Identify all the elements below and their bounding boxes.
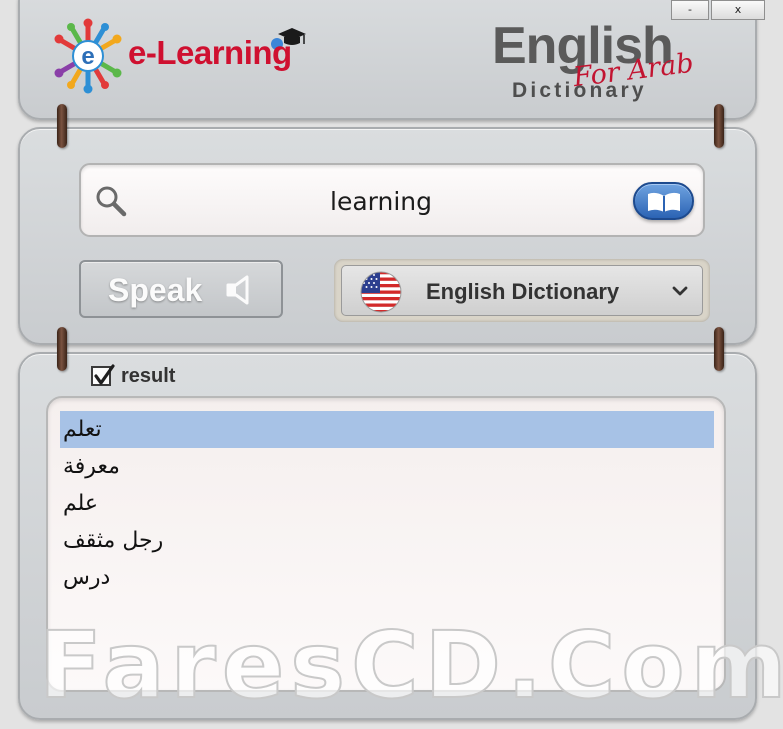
binder-ring <box>57 104 67 148</box>
search-icon <box>94 184 128 222</box>
binder-ring <box>57 327 67 371</box>
us-flag-icon <box>360 271 402 317</box>
close-button[interactable]: x <box>711 0 765 20</box>
search-input[interactable] <box>151 179 611 223</box>
product-subtitle: Dictionary <box>512 79 647 102</box>
result-item[interactable]: درس <box>60 559 714 596</box>
dictionary-lookup-button[interactable] <box>633 182 694 220</box>
result-item[interactable]: تعلم <box>60 411 714 448</box>
speaker-icon <box>225 275 259 309</box>
result-checkbox[interactable] <box>91 364 115 386</box>
language-select[interactable]: English Dictionary <box>341 265 703 316</box>
language-label: English Dictionary <box>426 279 620 304</box>
search-box <box>79 163 705 237</box>
svg-text:e: e <box>81 43 94 70</box>
speak-label: Speak <box>108 272 203 308</box>
e-learning-emblem-icon: e <box>54 18 122 94</box>
chevron-down-icon <box>671 283 689 302</box>
minimize-button[interactable]: - <box>671 0 709 20</box>
result-item[interactable]: رجل مثقف <box>60 522 714 559</box>
result-list[interactable]: تعلم معرفة علم رجل مثقف درس <box>46 396 726 692</box>
brand-name: e-Learning <box>128 34 292 71</box>
result-item[interactable]: معرفة <box>60 448 714 485</box>
checkmark-icon <box>94 364 115 385</box>
result-item[interactable]: علم <box>60 485 714 522</box>
speak-button[interactable]: Speak <box>79 260 283 318</box>
language-select-frame: English Dictionary <box>334 259 710 322</box>
book-icon <box>648 192 680 212</box>
binder-ring <box>714 104 724 148</box>
result-label: result <box>121 365 176 387</box>
binder-ring <box>714 327 724 371</box>
